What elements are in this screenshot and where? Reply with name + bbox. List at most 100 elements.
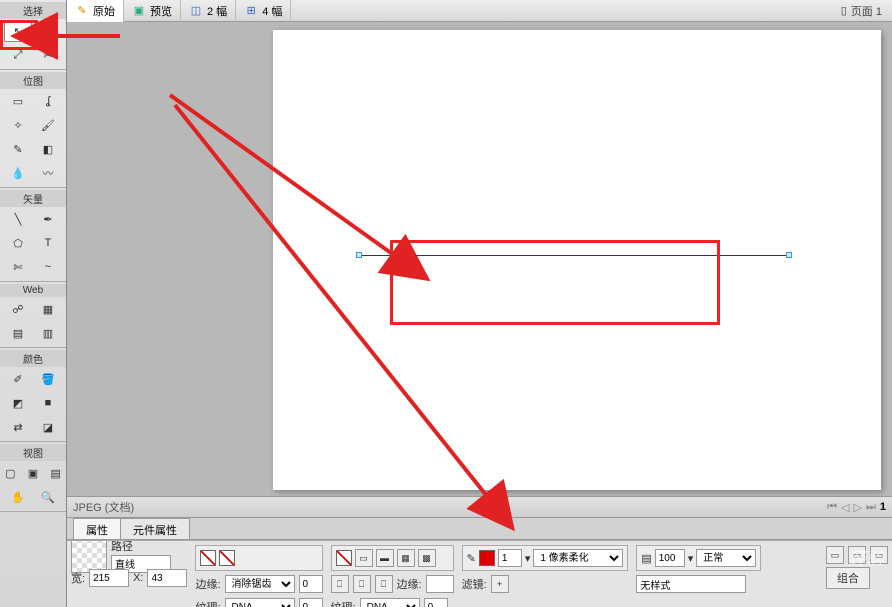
tool-subselect[interactable]: ⬉ [34,20,62,42]
tool-bucket[interactable]: 🪣 [34,368,62,390]
tab-4up[interactable]: ⊞ 4 幅 [236,0,291,22]
tool-hand[interactable]: ✋ [4,486,32,508]
stroke-type-select[interactable]: 1 像素柔化 [533,549,623,567]
page-icon: ▯ [841,4,847,17]
texture2-select[interactable]: DNA [360,598,420,607]
tool-fill-swatch[interactable]: ■ [34,392,62,414]
toolbox-section-title: 矢量 [0,190,66,207]
tool-pen[interactable]: ✒ [34,208,62,230]
add-filter-button[interactable]: + [491,575,509,593]
tool-show[interactable]: ▥ [34,322,62,344]
tool-knife[interactable]: ✄ [4,256,32,278]
x-input[interactable] [147,569,187,587]
next-page-icon[interactable]: ▷ [854,501,862,514]
texture-amount[interactable] [299,598,323,607]
toolbox-section-title: 位图 [0,72,66,89]
tool-slice[interactable]: ▦ [34,298,62,320]
tool-marquee[interactable]: ▭ [4,90,32,112]
drawn-line-object[interactable] [359,255,789,256]
panel-btn-3[interactable]: ▭ [870,546,888,564]
fill-none-icon[interactable] [219,550,235,566]
edge-btn-2[interactable]: ⎕ [353,575,371,593]
tool-lasso[interactable]: ʆ [34,90,62,112]
tool-freeform[interactable]: ~ [34,256,62,278]
toolbox-section-title: 选择 [0,2,66,19]
group-label[interactable]: 组合 [826,567,870,589]
tab-preview[interactable]: ▣ 预览 [124,0,181,22]
selection-handle-right[interactable] [786,252,792,258]
panel-btn-2[interactable]: ▭ [848,546,866,564]
tool-crop[interactable]: ✂ [34,44,62,66]
tab-original[interactable]: ✎ 原始 [67,0,124,22]
tool-eyedropper[interactable]: ✐ [4,368,32,390]
tab-2up[interactable]: ◫ 2 幅 [181,0,236,22]
tool-zoom[interactable]: 🔍 [34,486,62,508]
opacity-input[interactable] [655,549,685,567]
tool-wand[interactable]: ✧ [4,114,32,136]
tool-pointer[interactable]: ↖ [4,20,32,42]
texture2-amount[interactable] [424,598,448,607]
texture-select[interactable]: DNA [225,598,295,607]
stroke-width-input[interactable] [498,549,522,567]
tool-blur[interactable]: 💧 [4,162,32,184]
style-input[interactable] [636,575,746,593]
dropdown-icon[interactable]: ▾ [525,552,531,565]
tool-scale[interactable]: ⤢ [4,44,32,66]
antialias-amount[interactable] [299,575,323,593]
page-indicator[interactable]: ▯ 页面 1 [831,3,892,19]
toolbox: 选择↖⬉⤢✂位图▭ʆ✧🖌✎◧💧〰矢量╲✒⬠T✄~Web☍▦▤▥颜色✐🪣◩■⇄◪视… [0,0,67,607]
tool-text[interactable]: T [34,232,62,254]
page-number: 1 [880,501,886,513]
tool-stroke-swatch[interactable]: ◩ [4,392,32,414]
blend-mode-select[interactable]: 正常 [696,549,756,567]
stroke-color-swatch[interactable] [479,550,495,566]
tool-hide[interactable]: ▤ [4,322,32,344]
dropdown-icon[interactable]: ▾ [688,552,694,565]
pencil-icon: ✎ [467,552,476,565]
stroke-group: ▭ ▬ ▦ ▩ [331,545,454,571]
tool-screen1[interactable]: ▢ [0,462,21,484]
stroke-style-a[interactable]: ▭ [355,549,373,567]
first-page-icon[interactable]: ⏮ [827,501,837,514]
tab-properties[interactable]: 属性 [73,518,121,539]
filter-label: 滤镜: [462,576,487,592]
tab-element-properties[interactable]: 元件属性 [120,518,190,539]
object-type-label: 路径 [111,540,171,554]
tool-default[interactable]: ◪ [34,416,62,438]
stroke-none-icon[interactable] [336,550,352,566]
last-page-icon[interactable]: ⏭ [866,501,876,514]
stroke-style-b[interactable]: ▬ [376,549,394,567]
tool-screen2[interactable]: ▣ [23,462,44,484]
tool-eraser[interactable]: ◧ [34,138,62,160]
tab-label: 预览 [150,3,172,19]
tool-line[interactable]: ╲ [4,208,32,230]
texture2-label: 纹理: [331,599,356,607]
tab-label: 原始 [93,3,115,19]
tool-smudge[interactable]: 〰 [34,162,62,184]
fill-group [195,545,322,571]
edge-btn-1[interactable]: ⎕ [331,575,349,593]
canvas-area[interactable] [67,22,892,496]
prev-page-icon[interactable]: ◁ [841,501,849,514]
panel-btn-1[interactable]: ▭ [826,546,844,564]
tool-polygon[interactable]: ⬠ [4,232,32,254]
tool-brush[interactable]: 🖌 [34,114,62,136]
tool-swap[interactable]: ⇄ [4,416,32,438]
edge2-label: 边缘: [397,576,422,592]
antialias-select[interactable]: 消除锯齿 [225,575,295,593]
tab-label: 2 幅 [207,3,227,19]
stroke-style-d[interactable]: ▩ [418,549,436,567]
texture-label: 纹理: [195,599,220,607]
width-input[interactable] [89,569,129,587]
fill-swatch-icon[interactable] [200,550,216,566]
edge-btn-3[interactable]: ⎕ [375,575,393,593]
edge2-input[interactable] [426,575,454,593]
opacity-blend-group: ▤ ▾ 正常 [636,545,761,571]
opacity-icon: ▤ [641,552,651,565]
stroke-style-c[interactable]: ▦ [397,549,415,567]
tool-screen3[interactable]: ▤ [45,462,66,484]
tool-hotspot[interactable]: ☍ [4,298,32,320]
selection-handle-left[interactable] [356,252,362,258]
canvas-page[interactable] [273,30,881,490]
tool-pencil[interactable]: ✎ [4,138,32,160]
